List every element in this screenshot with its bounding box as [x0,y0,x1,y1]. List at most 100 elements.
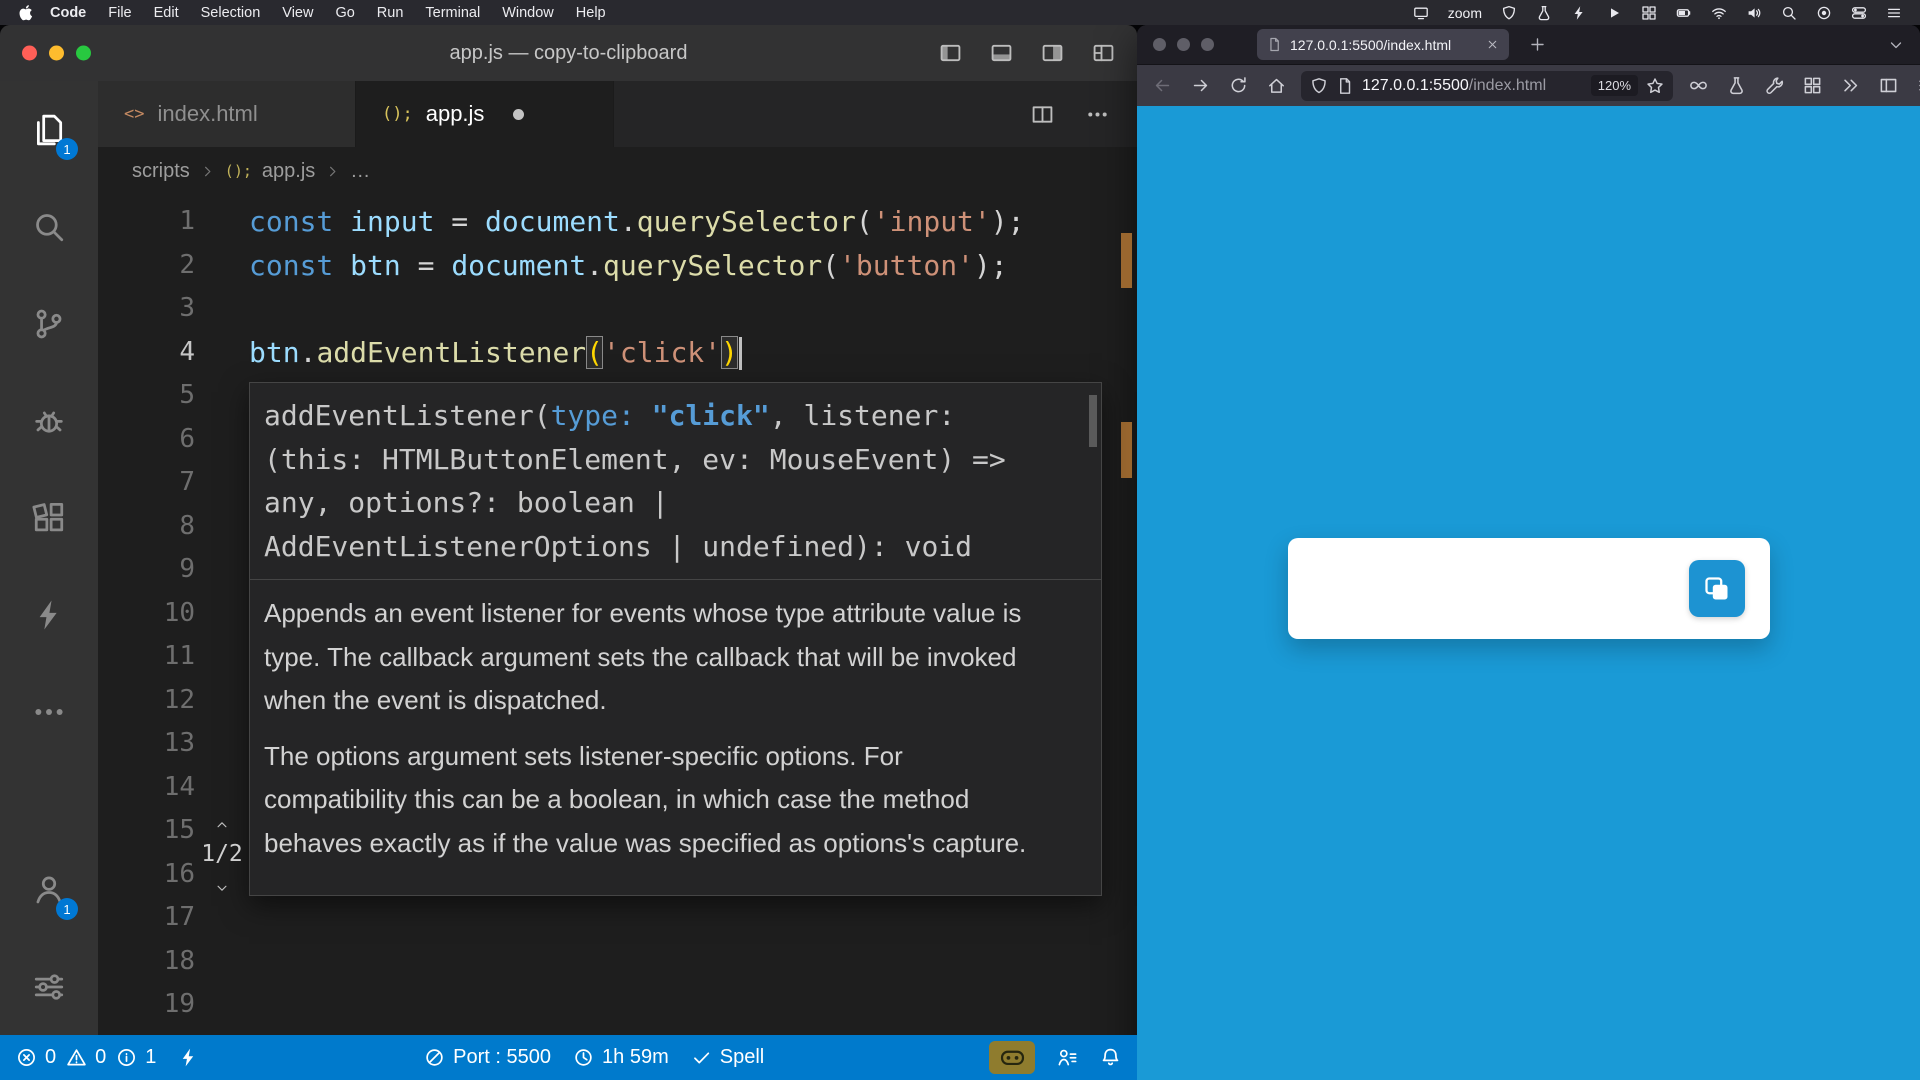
search-view-icon[interactable] [0,178,98,275]
copilot-button[interactable] [989,1041,1035,1074]
browser-tab[interactable]: 127.0.0.1:5500/index.html [1257,29,1509,60]
modified-indicator[interactable] [513,109,524,120]
volume-menubar-icon[interactable] [1746,5,1762,21]
burger-menubar-icon[interactable] [1886,5,1902,21]
forward-button[interactable] [1183,71,1217,101]
grid-menubar-icon[interactable] [1641,5,1657,21]
live-server-port[interactable]: Port : 5500 [424,1046,551,1069]
bookmark-star-icon[interactable] [1646,77,1664,95]
devtools-icon[interactable] [1757,71,1791,101]
copy-button[interactable] [1689,560,1745,617]
shield-menubar-icon[interactable] [1501,5,1517,21]
breadcrumb-file[interactable]: app.js [262,160,315,183]
zoom-app-label[interactable]: zoom [1448,5,1482,21]
extensions-grid-icon[interactable] [1795,71,1829,101]
more-views-icon[interactable] [0,663,98,760]
vscode-titlebar[interactable]: app.js — copy-to-clipboard [0,25,1137,81]
code-line-3[interactable]: 3 [98,287,1137,331]
minimize-window-button[interactable] [49,46,64,61]
breadcrumb-symbol[interactable]: … [350,160,370,183]
toggle-secondary-sidebar-icon[interactable] [1041,42,1064,65]
play-menubar-icon[interactable] [1606,5,1622,21]
tab-list-chevron-icon[interactable] [1888,37,1904,53]
tab-close-icon[interactable] [1486,38,1499,51]
source-control-icon[interactable] [0,275,98,372]
breadcrumb[interactable]: scripts (); app.js … [98,147,1137,196]
menubar-item-view[interactable]: View [271,5,324,21]
zoom-level-badge[interactable]: 120% [1591,75,1638,96]
thunder-client-icon[interactable] [0,566,98,663]
code-editor[interactable]: 1const input = document.querySelector('i… [98,196,1137,1035]
menubar-item-run[interactable]: Run [366,5,415,21]
maximize-window-button[interactable] [76,46,91,61]
screen-mirroring-icon[interactable] [1413,5,1429,21]
spell-checker[interactable]: Spell [691,1046,764,1069]
text-input[interactable] [1288,538,1675,639]
problems-indicator[interactable]: 0 0 1 [16,1046,156,1069]
code-line-2[interactable]: 2const btn = document.querySelector('but… [98,244,1137,288]
code-line-1[interactable]: 1const input = document.querySelector('i… [98,200,1137,244]
beaker-menubar-icon[interactable] [1536,5,1552,21]
toggle-menubar-icon[interactable] [1851,5,1867,21]
reload-button[interactable] [1221,71,1255,101]
next-signature-button[interactable] [212,881,232,895]
split-editor-icon[interactable] [1031,103,1054,126]
bolt-menubar-icon[interactable] [1571,5,1587,21]
toggle-sidebar-icon[interactable] [939,42,962,65]
bell-icon [1100,1047,1121,1068]
search-menubar-icon[interactable] [1781,5,1797,21]
accounts-icon[interactable]: 1 [0,841,98,938]
code-line-18[interactable]: 18 [98,940,1137,984]
back-button[interactable] [1145,71,1179,101]
minimize-window-button[interactable] [1177,38,1190,51]
menubar-item-file[interactable]: File [97,5,142,21]
menubar-item-window[interactable]: Window [491,5,565,21]
accounts-status[interactable] [1057,1047,1078,1068]
customize-layout-icon[interactable] [1092,42,1115,65]
code-line-17[interactable]: 17 [98,896,1137,940]
time-tracked-label: 1h 59m [602,1046,669,1069]
wifi-menubar-icon[interactable] [1711,5,1727,21]
close-window-button[interactable] [1153,38,1166,51]
apple-menu-icon[interactable] [18,4,33,21]
sidebar-toggle-icon[interactable] [1871,71,1905,101]
extension-beaker-icon[interactable] [1719,71,1753,101]
extensions-icon[interactable] [0,469,98,566]
quick-fix-indicator[interactable] [178,1047,199,1068]
notifications-bell[interactable] [1100,1047,1121,1068]
url-bar[interactable]: 127.0.0.1:5500/index.html 120% [1301,71,1673,101]
site-info-icon[interactable] [1336,77,1354,95]
record-menubar-icon[interactable] [1816,5,1832,21]
run-debug-icon[interactable] [0,372,98,469]
tracking-protection-icon[interactable] [1310,77,1328,95]
code-line-4[interactable]: 4btn.addEventListener('click') [98,331,1137,375]
home-button[interactable] [1259,71,1293,101]
menubar-item-edit[interactable]: Edit [143,5,190,21]
overflow-chevrons-icon[interactable] [1833,71,1867,101]
close-window-button[interactable] [22,46,37,61]
url-text[interactable]: 127.0.0.1:5500/index.html [1362,77,1583,95]
toggle-panel-icon[interactable] [990,42,1013,65]
settings-icon[interactable] [0,938,98,1035]
popup-scrollbar[interactable] [1089,395,1097,447]
app-menu-icon[interactable] [1909,71,1920,101]
new-tab-button[interactable] [1529,36,1546,53]
battery-menubar-icon[interactable] [1676,5,1692,21]
breadcrumb-folder[interactable]: scripts [132,160,190,183]
menubar-item-help[interactable]: Help [565,5,617,21]
editor-tab-index.html[interactable]: <>index.html [98,81,356,147]
sync-extension-icon[interactable] [1681,71,1715,101]
menubar-item-terminal[interactable]: Terminal [414,5,491,21]
menubar-item-go[interactable]: Go [324,5,365,21]
prev-signature-button[interactable] [212,818,232,832]
maximize-window-button[interactable] [1201,38,1214,51]
code-line-19[interactable]: 19 [98,983,1137,1027]
firefox-window: 127.0.0.1:5500/index.html 127.0.0.1:5500… [1137,25,1920,1080]
editor-tab-app.js[interactable]: ();app.js [356,81,614,147]
more-actions-icon[interactable] [1086,103,1109,126]
menubar-item-selection[interactable]: Selection [190,5,272,21]
line-number: 11 [98,635,249,679]
time-tracker[interactable]: 1h 59m [573,1046,669,1069]
menubar-item-code[interactable]: Code [39,5,97,21]
explorer-icon[interactable]: 1 [0,81,98,178]
